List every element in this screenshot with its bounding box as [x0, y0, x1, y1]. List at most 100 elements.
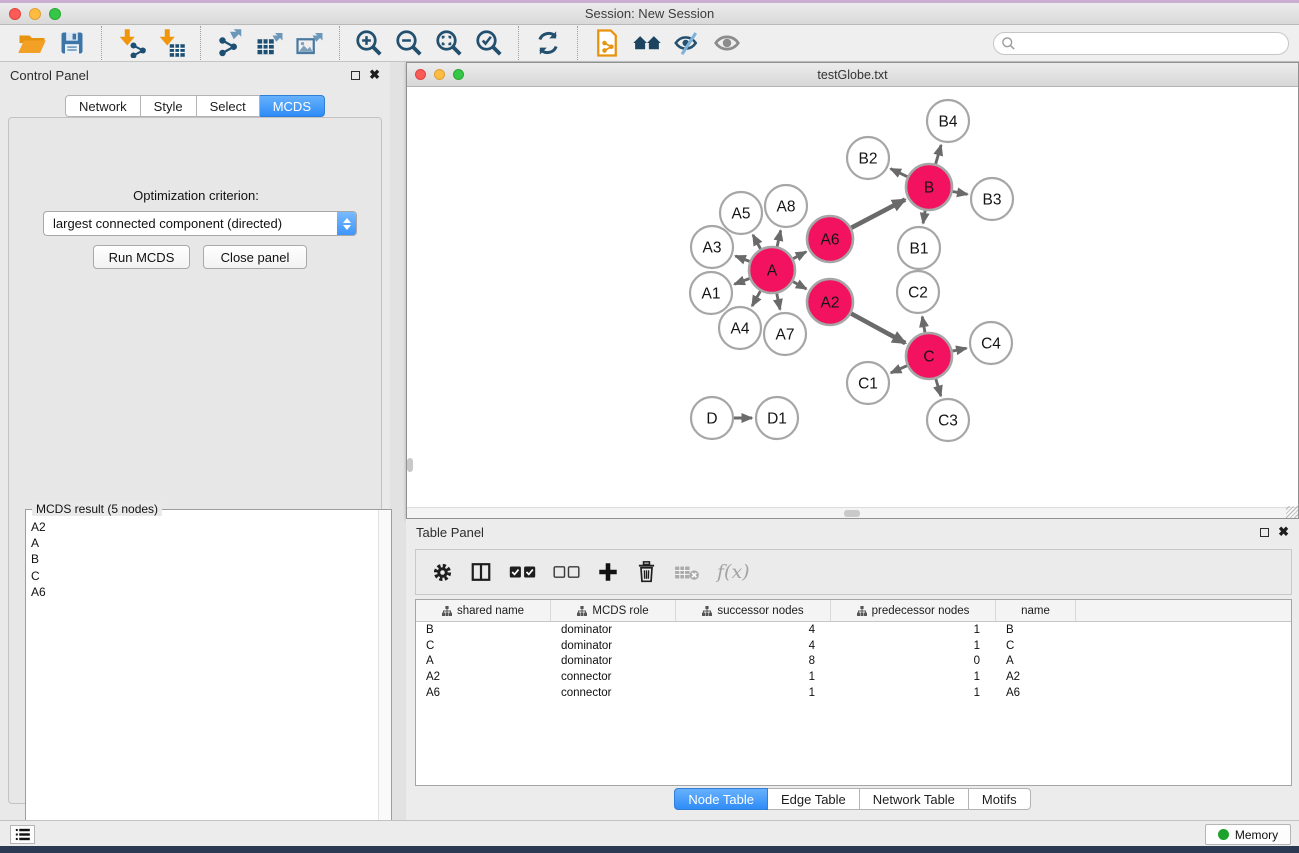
tab-node-table[interactable]: Node Table: [674, 788, 768, 810]
zoom-selected-icon[interactable]: [472, 27, 506, 59]
tab-network-table[interactable]: Network Table: [860, 788, 969, 810]
graph-node-C3[interactable]: C3: [927, 399, 969, 441]
table-cell[interactable]: A6: [416, 685, 551, 701]
export-network-icon[interactable]: [213, 27, 247, 59]
open-session-icon[interactable]: [15, 27, 49, 59]
table-cell[interactable]: 4: [676, 638, 831, 654]
graph-edge-A-A2[interactable]: [793, 282, 806, 289]
tab-select[interactable]: Select: [197, 95, 260, 117]
resize-grip[interactable]: [1286, 506, 1298, 518]
graph-node-B3[interactable]: B3: [971, 178, 1013, 220]
select-all-icon[interactable]: [509, 564, 536, 580]
table-cell[interactable]: 1: [831, 638, 996, 654]
save-session-icon[interactable]: [55, 27, 89, 59]
mcds-result-item[interactable]: C: [31, 568, 377, 584]
tab-motifs[interactable]: Motifs: [969, 788, 1031, 810]
graph-node-A3[interactable]: A3: [691, 226, 733, 268]
add-column-icon[interactable]: [597, 561, 619, 583]
graph-edge-B-B2[interactable]: [891, 169, 908, 177]
delete-column-icon[interactable]: [636, 561, 657, 583]
export-image-icon[interactable]: [293, 27, 327, 59]
hide-graphics-details-icon[interactable]: [670, 27, 704, 59]
graph-node-A1[interactable]: A1: [690, 272, 732, 314]
table-cell[interactable]: dominator: [551, 653, 676, 669]
graph-node-C[interactable]: C: [906, 333, 952, 379]
table-row[interactable]: Adominator80A: [416, 653, 1291, 669]
run-mcds-button[interactable]: Run MCDS: [93, 245, 190, 269]
graph-node-A[interactable]: A: [749, 247, 795, 293]
search-input[interactable]: [1021, 36, 1271, 50]
graph-node-A8[interactable]: A8: [765, 185, 807, 227]
function-builder-icon[interactable]: f(x): [717, 561, 750, 583]
graph-node-D1[interactable]: D1: [756, 397, 798, 439]
tab-network[interactable]: Network: [65, 95, 141, 117]
table-cell[interactable]: 1: [676, 685, 831, 701]
task-history-button[interactable]: [10, 825, 35, 844]
column-header-successor-nodes[interactable]: successor nodes: [676, 600, 831, 621]
tab-style[interactable]: Style: [141, 95, 197, 117]
graph-edge-A-A1[interactable]: [734, 278, 749, 284]
graph-edge-C-C2[interactable]: [922, 317, 925, 333]
column-header-name[interactable]: name: [996, 600, 1076, 621]
graph-edge-A6-B[interactable]: [851, 200, 905, 228]
graph-edge-A-A7[interactable]: [777, 294, 780, 310]
graph-edge-C-C4[interactable]: [952, 348, 966, 351]
table-cell[interactable]: 1: [676, 669, 831, 685]
close-panel-button[interactable]: Close panel: [203, 245, 307, 269]
show-details-eye-icon[interactable]: [710, 27, 744, 59]
network-window-titlebar[interactable]: testGlobe.txt: [407, 63, 1298, 87]
refresh-icon[interactable]: [531, 27, 565, 59]
table-cell[interactable]: 8: [676, 653, 831, 669]
table-cell[interactable]: A: [996, 653, 1076, 669]
network-hscrollbar[interactable]: [407, 507, 1298, 518]
table-cell[interactable]: B: [416, 622, 551, 638]
graph-edge-C-C3[interactable]: [936, 379, 941, 396]
table-cell[interactable]: 0: [831, 653, 996, 669]
graph-node-B1[interactable]: B1: [898, 227, 940, 269]
zoom-out-icon[interactable]: [392, 27, 426, 59]
close-panel-icon[interactable]: ✖: [369, 70, 380, 80]
column-visibility-icon[interactable]: [470, 561, 492, 583]
table-row[interactable]: Bdominator41B: [416, 622, 1291, 638]
graph-edge-A-A5[interactable]: [753, 235, 761, 249]
graph-edge-A-A8[interactable]: [777, 230, 781, 246]
table-cell[interactable]: 1: [831, 685, 996, 701]
optimization-criterion-select[interactable]: largest connected component (directed): [43, 211, 357, 236]
export-table-icon[interactable]: [253, 27, 287, 59]
graph-node-B2[interactable]: B2: [847, 137, 889, 179]
table-cell[interactable]: C: [416, 638, 551, 654]
graph-node-A6[interactable]: A6: [807, 216, 853, 262]
graph-node-A2[interactable]: A2: [807, 279, 853, 325]
graph-edge-A-A3[interactable]: [735, 256, 749, 261]
mcds-result-item[interactable]: B: [31, 551, 377, 567]
graph-node-D[interactable]: D: [691, 397, 733, 439]
mcds-result-scrollbar[interactable]: [378, 510, 391, 853]
network-canvas[interactable]: B4B2BB3A5A8A6A3B1AA1A2C2A4A7C4CC1DD1C3: [407, 87, 1298, 507]
table-cell[interactable]: 4: [676, 622, 831, 638]
tab-mcds[interactable]: MCDS: [260, 95, 325, 117]
graph-node-B4[interactable]: B4: [927, 100, 969, 142]
graph-edge-B-B4[interactable]: [936, 145, 941, 164]
deselect-all-icon[interactable]: [553, 564, 580, 580]
graph-node-C1[interactable]: C1: [847, 362, 889, 404]
import-table-icon[interactable]: [154, 27, 188, 59]
column-header-predecessor-nodes[interactable]: predecessor nodes: [831, 600, 996, 621]
graph-edge-C-C1[interactable]: [891, 366, 907, 373]
table-cell[interactable]: 1: [831, 669, 996, 685]
network-vscroll-thumb[interactable]: [407, 458, 413, 472]
table-cell[interactable]: dominator: [551, 622, 676, 638]
column-header-shared-name[interactable]: shared name: [416, 600, 551, 621]
graph-node-C4[interactable]: C4: [970, 322, 1012, 364]
float-panel-icon[interactable]: [351, 71, 360, 80]
zoom-in-icon[interactable]: [352, 27, 386, 59]
table-cell[interactable]: dominator: [551, 638, 676, 654]
table-cell[interactable]: 1: [831, 622, 996, 638]
mcds-result-item[interactable]: A6: [31, 584, 377, 600]
search-field[interactable]: [993, 32, 1289, 55]
graph-node-A4[interactable]: A4: [719, 307, 761, 349]
table-cell[interactable]: A: [416, 653, 551, 669]
table-cell[interactable]: connector: [551, 685, 676, 701]
graph-edge-A2-C[interactable]: [851, 313, 905, 343]
table-cell[interactable]: C: [996, 638, 1076, 654]
graph-node-A7[interactable]: A7: [764, 313, 806, 355]
